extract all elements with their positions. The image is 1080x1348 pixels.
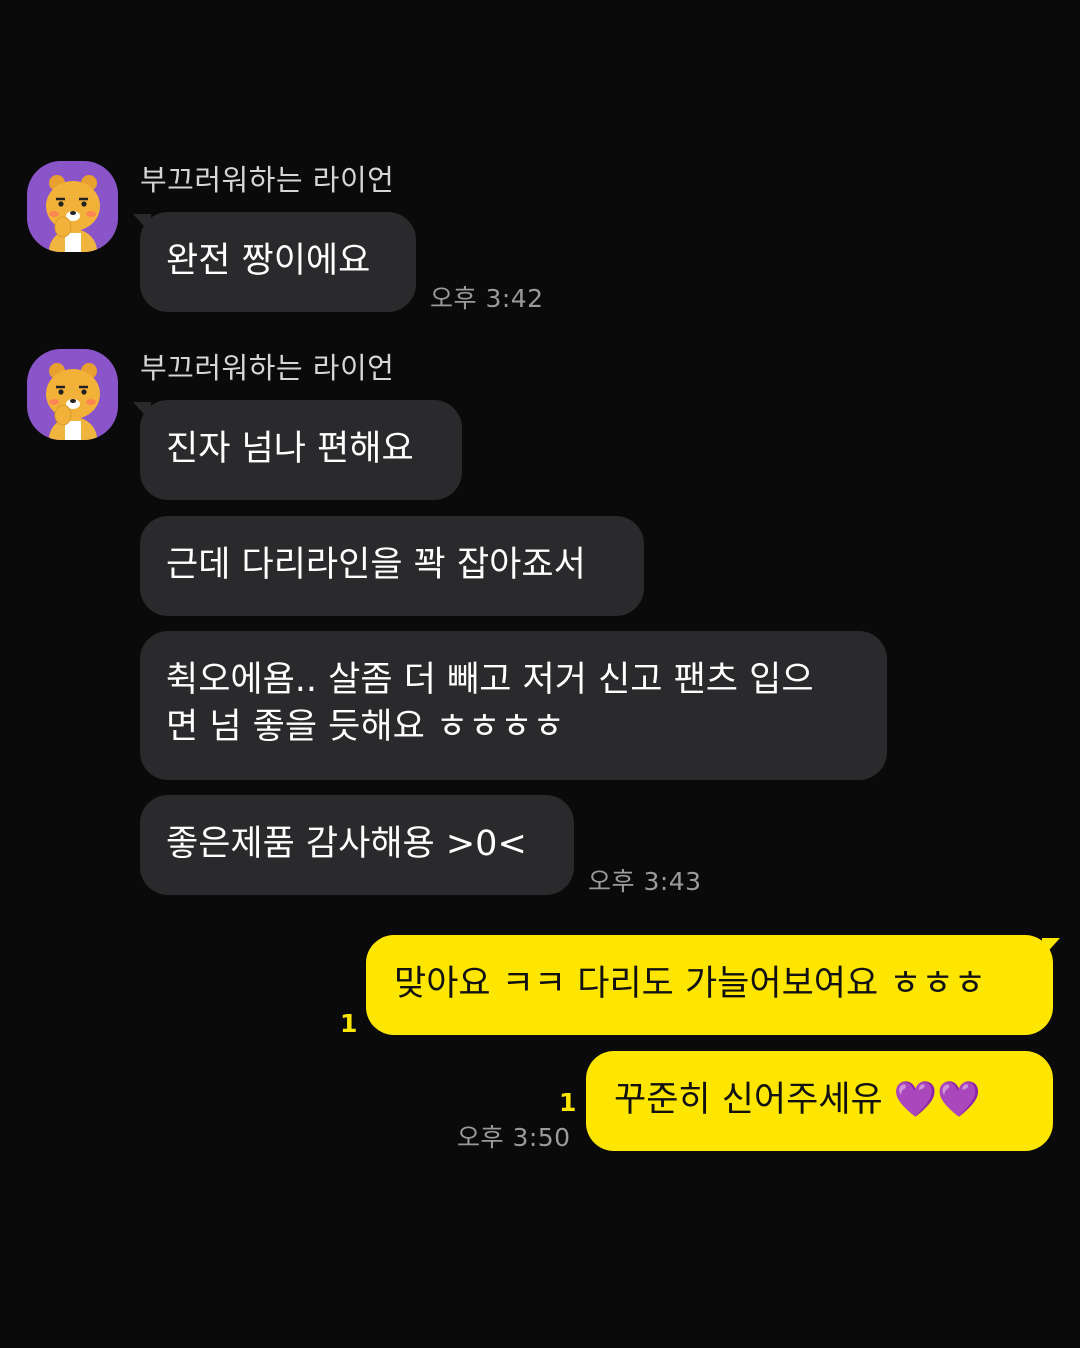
message-bubble[interactable]: 꾸준히 신어주세유 💜💜 — [586, 1051, 1053, 1151]
message-bubble[interactable]: 맞아요 ㅋㅋ 다리도 가늘어보여요 ㅎㅎㅎ — [366, 935, 1053, 1035]
ryan-shy-avatar-icon[interactable] — [27, 349, 118, 440]
message-bubble[interactable]: 진자 넘나 편해요 — [140, 400, 462, 500]
ryan-shy-avatar-icon[interactable] — [27, 161, 118, 252]
unread-count: 1 — [559, 1088, 577, 1117]
message-text: 좋은제품 감사해용 >0< — [166, 824, 527, 864]
message-text: 진자 넘나 편해요 — [166, 429, 414, 469]
message-text: 완전 짱이에요 — [166, 241, 371, 281]
message-text-line: 면 넘 좋을 듯해요 ㅎㅎㅎㅎ — [166, 707, 565, 747]
message-time: 오후 3:50 — [457, 1123, 571, 1152]
sender-name: 부끄러워하는 라이언 — [140, 351, 395, 385]
sender-name: 부끄러워하는 라이언 — [140, 163, 395, 197]
message-text: 맞아요 ㅋㅋ 다리도 가늘어보여요 ㅎㅎㅎ — [394, 964, 986, 1004]
message-text: 근데 다리라인을 꽉 잡아죠서 — [166, 545, 586, 585]
message-time: 오후 3:43 — [588, 867, 702, 896]
message-bubble[interactable]: 좋은제품 감사해용 >0< — [140, 795, 574, 895]
message-bubble[interactable]: 완전 짱이에요 — [140, 212, 416, 312]
message-bubble[interactable]: 췩오에욤.. 살좀 더 빼고 저거 신고 팬츠 입으 면 넘 좋을 듯해요 ㅎㅎ… — [140, 631, 887, 780]
bubble-tail — [1042, 938, 1060, 958]
unread-count: 1 — [340, 1009, 358, 1038]
message-time: 오후 3:42 — [430, 284, 544, 313]
message-text: 꾸준히 신어주세유 💜💜 — [614, 1080, 982, 1120]
message-text-line: 췩오에욤.. 살좀 더 빼고 저거 신고 팬츠 입으 — [166, 660, 814, 700]
message-bubble[interactable]: 근데 다리라인을 꽉 잡아죠서 — [140, 516, 644, 616]
